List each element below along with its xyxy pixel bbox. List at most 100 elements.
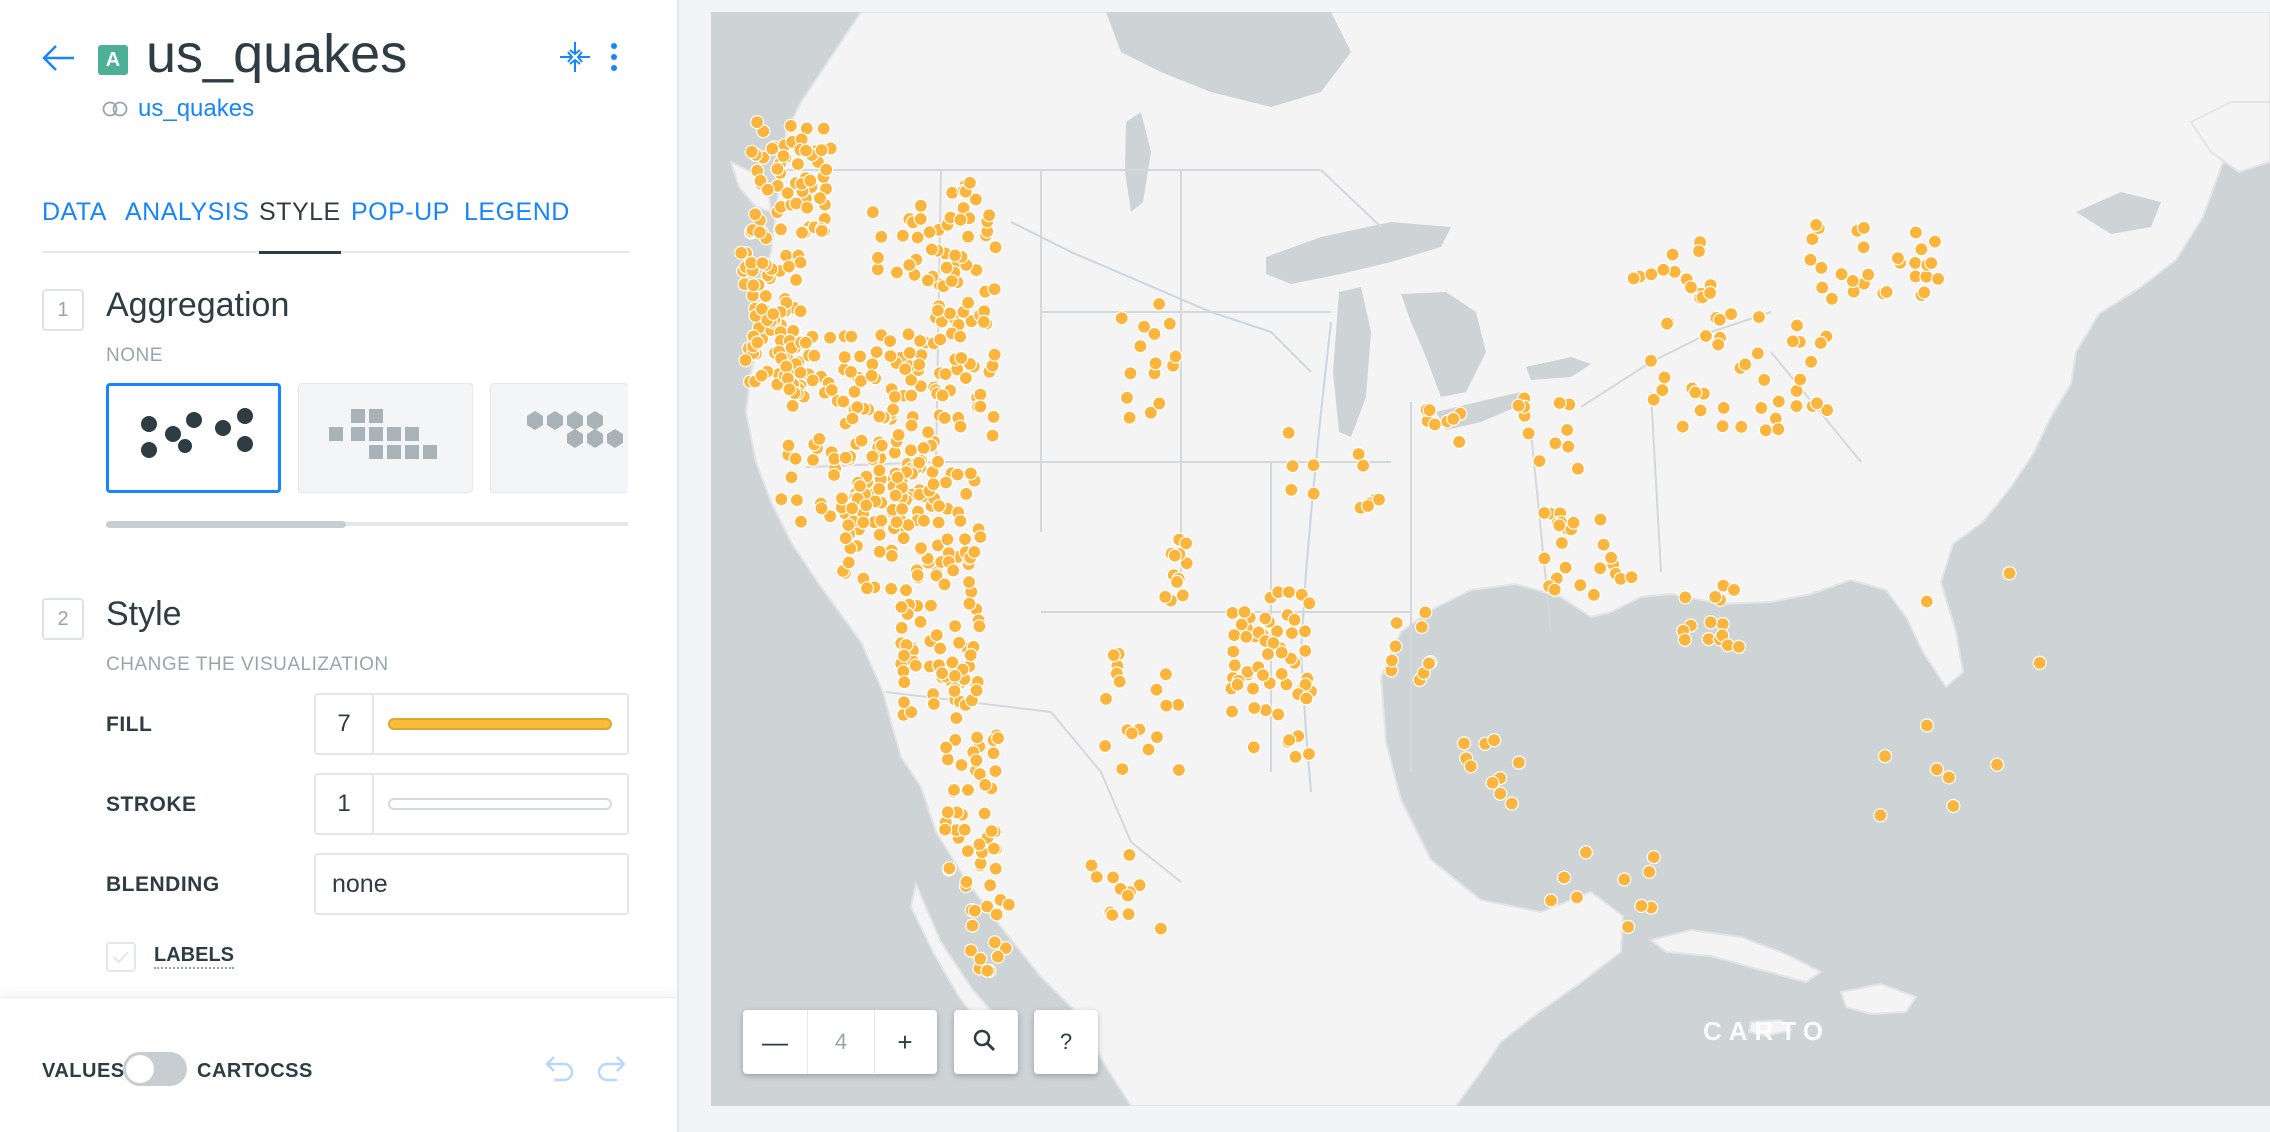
quake-marker bbox=[953, 212, 968, 227]
aggregation-option-squares[interactable] bbox=[298, 383, 473, 493]
aggregation-step-number: 1 bbox=[42, 289, 84, 331]
dataset-source-link[interactable]: us_quakes bbox=[138, 95, 254, 123]
labels-checkbox[interactable] bbox=[106, 942, 136, 972]
search-button[interactable] bbox=[954, 1010, 1018, 1074]
quake-marker bbox=[2002, 566, 2017, 581]
layer-letter-badge: A bbox=[98, 45, 128, 75]
quake-marker bbox=[1122, 847, 1137, 863]
quake-marker bbox=[1298, 643, 1313, 659]
labels-label[interactable]: LABELS bbox=[154, 944, 234, 969]
fill-control[interactable]: 7 bbox=[314, 693, 629, 755]
quake-marker bbox=[1715, 419, 1730, 434]
quake-marker bbox=[774, 492, 789, 507]
quake-marker bbox=[948, 618, 963, 634]
tab-style[interactable]: STYLE bbox=[259, 198, 341, 254]
quake-marker bbox=[744, 144, 759, 159]
quake-marker bbox=[872, 527, 887, 542]
tab-legend[interactable]: LEGEND bbox=[464, 198, 570, 251]
quake-marker bbox=[1302, 596, 1317, 611]
more-options-icon[interactable] bbox=[604, 40, 624, 74]
quake-marker bbox=[888, 488, 903, 503]
quake-marker bbox=[790, 157, 806, 172]
quake-marker bbox=[1360, 498, 1376, 513]
blending-select[interactable]: none bbox=[314, 853, 629, 915]
carto-attribution-logo: CARTO bbox=[1703, 1016, 1830, 1046]
search-icon bbox=[973, 1029, 996, 1052]
quake-marker bbox=[824, 382, 839, 398]
basemap[interactable] bbox=[711, 12, 2270, 1106]
quake-marker bbox=[902, 257, 917, 273]
quake-marker bbox=[854, 433, 869, 448]
aggregation-option-hexabins[interactable] bbox=[490, 383, 628, 493]
zoom-out-button[interactable]: — bbox=[743, 1010, 807, 1074]
quake-marker bbox=[1677, 632, 1692, 647]
quake-marker bbox=[779, 359, 794, 374]
quake-marker bbox=[1133, 339, 1148, 354]
quake-marker bbox=[1873, 808, 1888, 823]
quake-marker bbox=[929, 627, 944, 643]
help-button[interactable]: ? bbox=[1034, 1010, 1098, 1074]
stroke-width-value[interactable]: 1 bbox=[316, 775, 374, 833]
quake-marker bbox=[1683, 280, 1699, 295]
tab-popup[interactable]: POP-UP bbox=[351, 198, 450, 251]
tab-analysis[interactable]: ANALYSIS bbox=[125, 198, 249, 251]
quake-marker bbox=[973, 399, 988, 414]
quake-marker bbox=[872, 409, 887, 424]
quake-marker bbox=[962, 596, 977, 611]
quake-marker bbox=[988, 861, 1003, 876]
quake-marker bbox=[1824, 291, 1840, 306]
quake-marker bbox=[1274, 666, 1289, 682]
quake-marker bbox=[948, 248, 963, 263]
map-view[interactable] bbox=[711, 12, 2270, 1106]
quake-marker bbox=[1861, 267, 1876, 282]
layer-title[interactable]: us_quakes bbox=[146, 22, 407, 86]
stroke-color-swatch[interactable] bbox=[388, 798, 612, 810]
quake-marker bbox=[822, 330, 838, 345]
quake-marker bbox=[913, 211, 928, 227]
quake-marker bbox=[1543, 893, 1559, 908]
quake-marker bbox=[1171, 697, 1186, 712]
zoom-in-button[interactable]: + bbox=[873, 1010, 937, 1074]
redo-icon[interactable] bbox=[595, 1050, 631, 1086]
quake-marker bbox=[805, 452, 821, 468]
quake-marker bbox=[1554, 535, 1569, 551]
quake-marker bbox=[958, 371, 973, 386]
quake-marker bbox=[954, 350, 969, 366]
quake-marker bbox=[1771, 422, 1786, 437]
aggregation-option-points[interactable] bbox=[106, 383, 281, 493]
quake-marker bbox=[1738, 357, 1753, 372]
back-arrow-icon[interactable] bbox=[40, 40, 76, 76]
quake-marker bbox=[1124, 726, 1139, 741]
quake-marker bbox=[972, 619, 987, 634]
quake-marker bbox=[853, 349, 868, 364]
quake-marker bbox=[990, 949, 1005, 964]
fill-size-value[interactable]: 7 bbox=[316, 695, 374, 753]
quake-marker bbox=[949, 710, 964, 726]
quake-marker bbox=[1856, 240, 1871, 255]
quake-marker bbox=[1260, 646, 1276, 662]
quake-marker bbox=[750, 335, 765, 350]
quake-marker bbox=[910, 568, 925, 583]
quake-marker bbox=[883, 349, 898, 364]
tab-data[interactable]: DATA bbox=[42, 198, 107, 251]
quake-marker bbox=[1789, 399, 1804, 414]
help-label: ? bbox=[1059, 1029, 1073, 1054]
quake-marker bbox=[805, 373, 820, 388]
aggregation-scrollbar[interactable] bbox=[106, 521, 346, 528]
stroke-control[interactable]: 1 bbox=[314, 773, 629, 835]
quake-marker bbox=[982, 208, 997, 223]
style-subtitle: CHANGE THE VISUALIZATION bbox=[106, 654, 389, 675]
quake-marker bbox=[1856, 220, 1872, 235]
collapse-icon[interactable] bbox=[558, 40, 592, 74]
quake-marker bbox=[960, 843, 975, 859]
quake-marker bbox=[1751, 309, 1767, 325]
quake-marker bbox=[1691, 244, 1707, 259]
cartocss-toggle[interactable] bbox=[123, 1052, 187, 1086]
quake-marker bbox=[1930, 271, 1946, 286]
quake-marker bbox=[1569, 890, 1585, 905]
quake-marker bbox=[961, 229, 976, 244]
fill-color-swatch[interactable] bbox=[388, 718, 612, 730]
quake-marker bbox=[1552, 518, 1567, 533]
quake-marker bbox=[896, 695, 912, 710]
undo-icon[interactable] bbox=[540, 1050, 576, 1086]
